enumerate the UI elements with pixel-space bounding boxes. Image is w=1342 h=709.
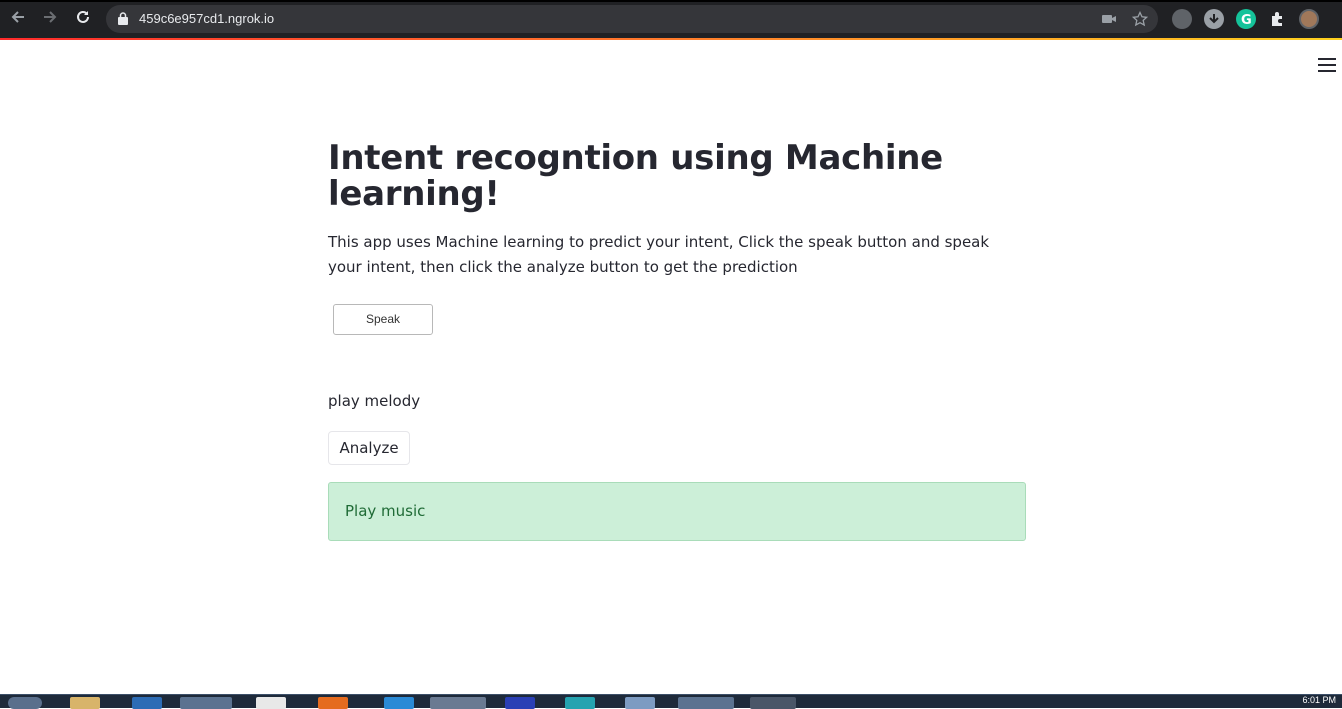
prediction-result-text: Play music: [345, 502, 426, 520]
prediction-result-box: Play music: [328, 482, 1026, 541]
os-taskbar: 6:01 PM: [0, 694, 1342, 709]
forward-arrow-icon[interactable]: [39, 8, 61, 30]
hamburger-menu-icon[interactable]: [1318, 58, 1336, 74]
analyze-button[interactable]: Analyze: [328, 431, 410, 465]
taskbar-app-icon[interactable]: [625, 697, 655, 709]
address-bar[interactable]: 459c6e957cd1.ngrok.io: [106, 5, 1158, 33]
puzzle-icon[interactable]: [1268, 9, 1288, 29]
taskbar-app-icon[interactable]: [505, 697, 535, 709]
extension-icon[interactable]: [1172, 9, 1192, 29]
transcript-text: play melody: [328, 392, 421, 410]
taskbar-clock: 6:01 PM: [1302, 695, 1336, 705]
svg-text:G: G: [1241, 13, 1252, 28]
url-text: 459c6e957cd1.ngrok.io: [139, 11, 275, 26]
avatar[interactable]: [1299, 9, 1319, 29]
terminal-icon[interactable]: [750, 697, 796, 709]
app-description: This app uses Machine learning to predic…: [328, 233, 990, 276]
page-title: Intent recogntion using Machine learning…: [328, 138, 943, 214]
app-decoration-bar: [0, 38, 1342, 40]
back-arrow-icon[interactable]: [7, 8, 29, 30]
chrome-taskbar-icon[interactable]: [430, 697, 486, 709]
speak-button[interactable]: Speak: [333, 304, 433, 335]
reload-icon[interactable]: [72, 8, 94, 30]
firefox-icon[interactable]: [318, 697, 348, 709]
internet-explorer-icon[interactable]: [384, 697, 414, 709]
download-icon[interactable]: [1204, 9, 1224, 29]
browser-toolbar: 459c6e957cd1.ngrok.io G: [0, 0, 1342, 38]
taskbar-app-explorer-icon[interactable]: [70, 697, 100, 709]
taskbar-app-icon[interactable]: [180, 697, 232, 709]
grammarly-icon[interactable]: G: [1236, 9, 1256, 29]
tab-strip-edge: [0, 0, 1342, 2]
start-button[interactable]: [8, 697, 42, 709]
taskbar-app-icon[interactable]: [565, 697, 595, 709]
taskbar-app-icon[interactable]: [132, 697, 162, 709]
main-content: Intent recogntion using Machine learning…: [328, 138, 1026, 541]
taskbar-app-icon[interactable]: [256, 697, 286, 709]
star-icon[interactable]: [1132, 11, 1148, 27]
camera-blocked-icon[interactable]: [1101, 11, 1117, 27]
skype-icon[interactable]: [678, 697, 734, 709]
lock-icon: [118, 12, 128, 25]
